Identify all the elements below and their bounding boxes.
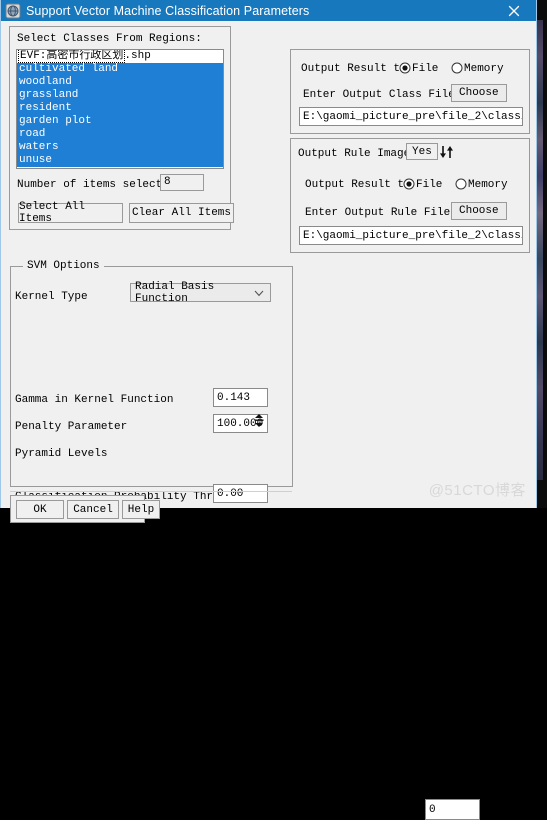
dialog-body: Select Classes From Regions: EVF:高密市行政区划… [1,21,536,508]
pyramid-levels-stepper[interactable]: 0 [213,410,268,431]
penalty-parameter-label: Penalty Parameter [15,421,127,433]
up-down-arrows-icon[interactable] [439,143,454,160]
list-item-header-suffix: .shp [124,50,150,62]
output-rule-memory-label[interactable]: Memory [468,179,508,191]
list-item[interactable]: woodland [17,76,223,89]
output-rule-choose-button[interactable]: Choose [451,202,507,220]
output-class-filename-input[interactable]: E:\gaomi_picture_pre\file_2\classic\afte… [299,107,523,126]
output-rule-panel: Output Rule Images ? Yes Output Result t… [290,138,530,253]
window-title: Support Vector Machine Classification Pa… [26,4,309,18]
kernel-type-select[interactable]: Radial Basis Function [130,283,271,302]
dialog-button-bar: OK Cancel Help [10,495,145,523]
list-item[interactable]: cultivated land [17,63,223,76]
output-rule-file-radio[interactable] [403,178,415,190]
title-bar: Support Vector Machine Classification Pa… [1,0,536,21]
select-classes-label: Select Classes From Regions: [17,33,202,45]
output-class-memory-radio[interactable] [451,62,463,74]
pyramid-levels-input[interactable]: 0 [425,799,480,820]
gamma-label: Gamma in Kernel Function [15,394,173,406]
output-rule-filename-input[interactable]: E:\gaomi_picture_pre\file_2\classic\afte… [299,226,523,245]
class-selection-panel: Select Classes From Regions: EVF:高密市行政区划… [9,26,231,230]
output-rule-file-label[interactable]: File [416,179,442,191]
pyramid-levels-label: Pyramid Levels [15,448,107,460]
output-class-memory-label[interactable]: Memory [464,63,504,75]
help-button[interactable]: Help [122,500,160,519]
class-list-box[interactable]: EVF:高密市行政区划.shp cultivated land woodland… [16,49,224,169]
watermark: @51CTO博客 [429,479,526,500]
close-icon[interactable] [491,0,536,21]
items-selected-label: Number of items selected: [17,179,182,191]
svm-options-title: SVM Options [23,260,104,272]
spinner-arrows-icon[interactable] [253,413,265,428]
kernel-type-label: Kernel Type [15,291,88,303]
items-selected-value: 8 [160,174,204,191]
list-item[interactable]: waters [17,141,223,154]
output-class-file-radio[interactable] [399,62,411,74]
clear-all-items-button[interactable]: Clear All Items [129,203,234,223]
list-item[interactable]: resident [17,102,223,115]
output-class-file-label[interactable]: File [412,63,438,75]
application-icon [5,3,21,19]
output-class-panel: Output Result to File Memory Enter Outpu… [290,49,530,134]
list-item[interactable]: grassland [17,89,223,102]
chevron-down-icon [254,289,264,301]
output-rule-images-toggle[interactable]: Yes [406,143,438,160]
output-class-result-to-label: Output Result to [301,63,407,75]
list-item[interactable]: road [17,128,223,141]
kernel-type-value: Radial Basis Function [135,281,270,305]
footer-divider [10,491,292,492]
select-all-items-button[interactable]: Select All Items [18,203,123,223]
output-class-choose-button[interactable]: Choose [451,84,507,102]
list-item[interactable]: unuse [17,154,223,167]
dialog-window: Support Vector Machine Classification Pa… [0,0,537,508]
classification-threshold-input[interactable]: 0.00 [213,484,268,503]
list-item[interactable]: garden plot [17,115,223,128]
output-rule-result-to-label: Output Result to [305,179,411,191]
list-item-header[interactable]: EVF:高密市行政区划.shp [17,50,223,63]
list-item-header-prefix: EVF:高密市行政区划 [19,50,124,62]
gamma-input[interactable]: 0.143 [213,388,268,407]
cancel-button[interactable]: Cancel [67,500,119,519]
output-rule-memory-radio[interactable] [455,178,467,190]
ok-button[interactable]: OK [16,500,64,519]
